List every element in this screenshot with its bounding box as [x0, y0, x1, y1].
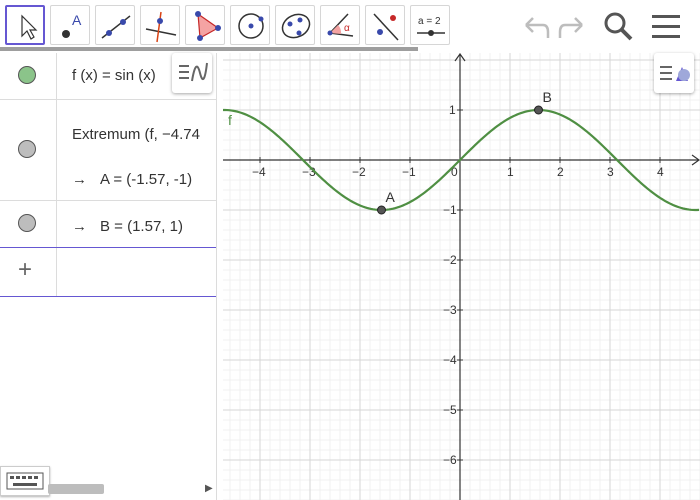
- point-B[interactable]: [534, 105, 543, 115]
- x-tick-label: 3: [607, 165, 614, 179]
- graphics-view[interactable]: −4 −3 −2 −1 0 1 2 3 4 1 −1 −2 −3 −4 −5 −6 f AB: [223, 53, 700, 500]
- algebra-view: f (x) = sin (x) Extremum (f, −4.74 → A =…: [0, 53, 217, 500]
- y-tick-label: −3: [443, 303, 457, 317]
- y-tick-label: 1: [449, 103, 456, 117]
- polygon-tool-button[interactable]: [185, 5, 225, 45]
- toolbar-divider: [0, 47, 418, 51]
- algebra-output: B = (1.57, 1): [100, 218, 183, 235]
- y-tick-label: −2: [443, 253, 457, 267]
- keyboard-icon: [6, 472, 44, 490]
- output-arrow-icon: →: [72, 171, 87, 188]
- x-tick-label: −1: [402, 165, 416, 179]
- svg-text:α: α: [344, 23, 350, 34]
- graphics-style-bar-button[interactable]: [654, 53, 694, 93]
- search-icon[interactable]: [600, 8, 636, 44]
- polygon-icon: [195, 11, 221, 41]
- point-label: B: [543, 89, 552, 105]
- undo-icon[interactable]: [517, 8, 553, 44]
- ellipse-icon: [281, 13, 311, 39]
- menu-icon[interactable]: [648, 8, 684, 44]
- cursor-icon: [21, 14, 38, 40]
- x-tick-label: 4: [657, 165, 664, 179]
- reflect-tool-button[interactable]: [365, 5, 405, 45]
- function-label: f: [228, 112, 232, 128]
- move-tool-button[interactable]: [5, 5, 45, 45]
- y-tick-label: −6: [443, 453, 457, 467]
- slider-tool-button[interactable]: a = 2: [410, 5, 450, 45]
- svg-text:A: A: [72, 12, 82, 28]
- point-label: A: [386, 189, 396, 205]
- circle-tool-button[interactable]: [230, 5, 270, 45]
- algebra-output: A = (-1.57, -1): [100, 171, 193, 188]
- angle-tool-button[interactable]: α: [320, 5, 360, 45]
- x-tick-label: 1: [507, 165, 514, 179]
- point-icon: A: [62, 12, 82, 38]
- line-icon: [101, 15, 131, 39]
- algebra-expression[interactable]: Extremum (f, −4.74: [72, 126, 200, 143]
- toolbar: A α a = 2: [0, 0, 700, 52]
- algebra-style-bar-button[interactable]: [172, 53, 212, 93]
- reflect-icon: [373, 13, 399, 41]
- y-tick-label: −4: [443, 353, 457, 367]
- svg-text:a = 2: a = 2: [418, 16, 441, 27]
- slider-icon: a = 2: [417, 16, 445, 36]
- perpendicular-line-tool-button[interactable]: [140, 5, 180, 45]
- y-tick-label: −5: [443, 403, 457, 417]
- x-tick-label: −4: [252, 165, 266, 179]
- x-tick-label: −2: [352, 165, 366, 179]
- keyboard-button[interactable]: [0, 466, 50, 496]
- ellipse-tool-button[interactable]: [275, 5, 315, 45]
- add-icon[interactable]: +: [18, 256, 32, 284]
- point-A[interactable]: [377, 205, 386, 215]
- graphics-canvas[interactable]: −4 −3 −2 −1 0 1 2 3 41−1−2−3−4−5−6 f AB: [223, 53, 700, 500]
- algebra-row-extremum[interactable]: Extremum (f, −4.74 → A = (-1.57, -1): [0, 100, 216, 201]
- graphics-style-icon: [660, 66, 690, 81]
- algebra-horizontal-scrollbar[interactable]: [48, 484, 104, 494]
- visibility-toggle[interactable]: [18, 140, 36, 158]
- algebra-expression[interactable]: f (x) = sin (x): [72, 67, 156, 84]
- line-tool-button[interactable]: [95, 5, 135, 45]
- visibility-toggle[interactable]: [18, 66, 36, 84]
- angle-icon: α: [327, 13, 354, 37]
- algebra-row-b[interactable]: → B = (1.57, 1): [0, 201, 216, 248]
- algebra-style-icon: [179, 62, 208, 82]
- scroll-right-icon[interactable]: ▶: [205, 483, 213, 494]
- perpendicular-icon: [145, 11, 177, 43]
- algebra-input-row[interactable]: +: [0, 248, 216, 297]
- point-tool-button[interactable]: A: [50, 5, 90, 45]
- redo-icon[interactable]: [555, 8, 591, 44]
- visibility-toggle[interactable]: [18, 214, 36, 232]
- y-tick-label: −1: [443, 203, 457, 217]
- output-arrow-icon: →: [72, 218, 87, 235]
- circle-icon: [238, 13, 264, 39]
- x-tick-label: 2: [557, 165, 564, 179]
